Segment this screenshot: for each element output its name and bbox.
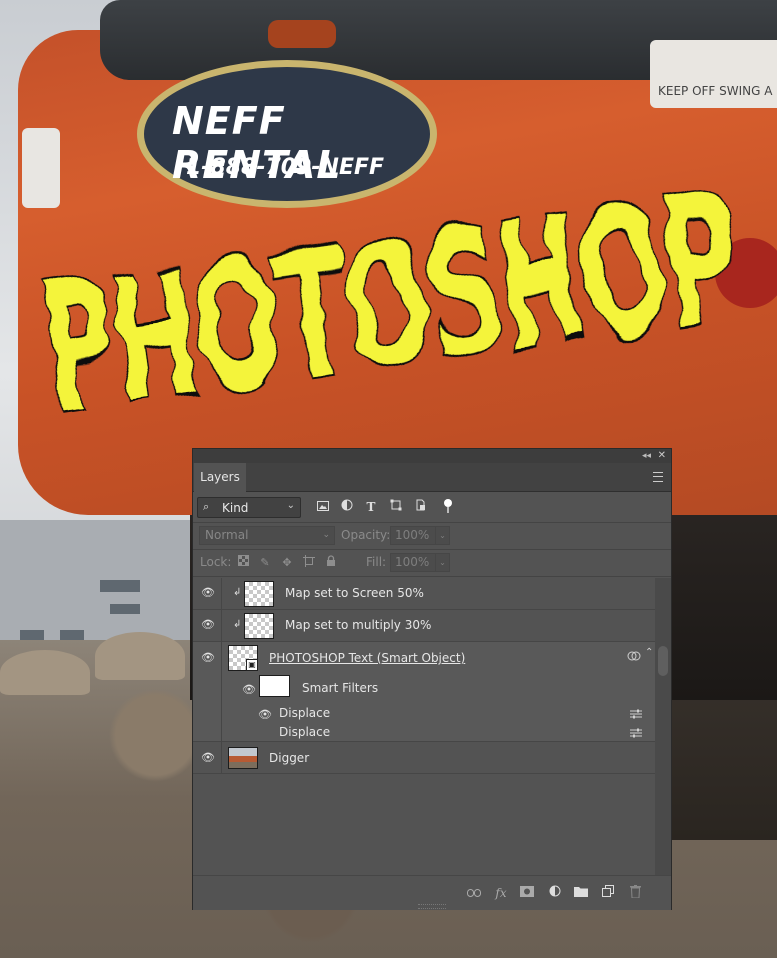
eye-icon[interactable]: 👁 [200, 619, 216, 631]
chevron-down-icon[interactable]: ⌄ [435, 554, 449, 571]
smart-filter-indicator-icon[interactable] [627, 650, 641, 665]
clipping-arrow-icon: ↲ [233, 587, 242, 598]
collapse-panel-icon[interactable]: ◂◂ [642, 449, 651, 463]
layer-row-smart-object[interactable]: 👁 ▣ PHOTOSHOP Text (Smart Object) ⌃ 👁 Sm… [193, 642, 655, 742]
link-layers-icon[interactable] [466, 885, 482, 901]
overlay-text: PHOTOSHOP [29, 156, 750, 454]
warning-sticker: KEEP OFF SWING A [650, 40, 777, 108]
blend-mode-value: Normal [205, 528, 249, 542]
close-panel-icon[interactable]: ✕ [658, 449, 666, 463]
layers-panel: ◂◂ ✕ Layers ⌕ Kind ⌄ T Normal ⌄ Opacity:… [193, 449, 671, 910]
chevron-down-icon: ⌄ [322, 530, 330, 540]
delete-layer-icon[interactable] [627, 885, 643, 901]
eye-icon[interactable]: 👁 [257, 709, 273, 721]
panel-menu-icon[interactable] [653, 472, 663, 482]
filter-kind-select[interactable]: ⌕ Kind ⌄ [197, 497, 301, 518]
smart-filters-label[interactable]: Smart Filters [302, 681, 378, 695]
divider [193, 522, 671, 523]
visibility-cell[interactable]: 👁 [193, 742, 222, 773]
sticker-text: KEEP OFF SWING A [658, 84, 773, 98]
new-adjustment-icon[interactable] [547, 885, 563, 901]
fill-field[interactable]: 100% ⌄ [390, 553, 450, 572]
layer-list: 👁 ↲ Map set to Screen 50% 👁 ↲ Map set to… [193, 578, 655, 875]
search-icon: ⌕ [203, 500, 210, 513]
building [0, 520, 200, 650]
layer-name[interactable]: Map set to multiply 30% [285, 618, 431, 632]
lock-image-pixels-icon[interactable]: ✎ [257, 555, 273, 571]
eye-icon[interactable]: 👁 [241, 684, 257, 696]
smart-object-badge-icon: ▣ [246, 659, 258, 671]
opacity-field[interactable]: 100% ⌄ [390, 526, 450, 545]
layer-thumbnail[interactable] [244, 613, 274, 639]
image-filter-icon[interactable] [314, 498, 332, 516]
resize-grip[interactable] [418, 904, 446, 909]
type-filter-icon[interactable]: T [362, 498, 380, 516]
smart-filter-mask-thumbnail[interactable] [259, 675, 290, 697]
dirt-mound [95, 632, 185, 680]
opacity-value: 100% [395, 528, 430, 542]
clipping-arrow-icon: ↲ [233, 619, 242, 630]
new-group-icon[interactable] [573, 885, 589, 901]
visibility-cell[interactable]: 👁 [193, 610, 222, 641]
dirt-mound [0, 650, 90, 695]
eye-icon[interactable]: 👁 [200, 587, 216, 599]
filter-name[interactable]: Displace [279, 725, 330, 739]
photoshop-displaced-text: PHOTOSHOP [26, 154, 752, 457]
shape-filter-icon[interactable] [387, 498, 405, 516]
lock-position-icon[interactable]: ✥ [279, 555, 295, 571]
lock-label: Lock: [200, 555, 232, 569]
visibility-cell[interactable]: 👁 [193, 578, 222, 609]
fx-icon[interactable]: fx [493, 885, 509, 901]
add-mask-icon[interactable] [519, 885, 535, 901]
panel-tabbar: Layers [193, 463, 671, 492]
chevron-down-icon: ⌄ [286, 500, 295, 511]
layer-thumbnail[interactable] [228, 747, 258, 769]
layer-row[interactable]: 👁 ↲ Map set to Screen 50% [193, 578, 655, 610]
layer-name[interactable]: Map set to Screen 50% [285, 586, 424, 600]
fill-label: Fill: [366, 555, 387, 569]
filter-blending-options-icon[interactable] [630, 728, 644, 739]
visibility-cell[interactable]: 👁 [193, 642, 222, 741]
layer-name[interactable]: PHOTOSHOP Text (Smart Object) [269, 651, 465, 665]
collapse-effects-icon[interactable]: ⌃ [645, 647, 653, 658]
excavator-handle [268, 20, 336, 48]
layer-name[interactable]: Digger [269, 751, 309, 765]
panel-titlebar[interactable]: ◂◂ ✕ [193, 449, 671, 463]
filter-toggle-icon[interactable] [439, 498, 457, 516]
filter-kind-label: Kind [222, 501, 249, 515]
eye-icon[interactable]: 👁 [200, 752, 216, 764]
eye-icon[interactable]: 👁 [200, 652, 216, 664]
blend-mode-select[interactable]: Normal ⌄ [199, 526, 335, 545]
layer-list-scrollbar[interactable] [655, 578, 671, 875]
divider [193, 576, 671, 577]
lock-artboard-icon[interactable] [301, 555, 317, 571]
lock-transparent-pixels-icon[interactable] [235, 555, 251, 571]
fill-value: 100% [395, 555, 430, 569]
layer-row[interactable]: 👁 ↲ Map set to multiply 30% [193, 610, 655, 642]
adjustment-filter-icon[interactable] [338, 498, 356, 516]
lock-all-icon[interactable] [323, 555, 339, 571]
filter-name[interactable]: Displace [279, 706, 330, 720]
filter-blending-options-icon[interactable] [630, 709, 644, 720]
tab-layers[interactable]: Layers [194, 463, 246, 492]
layer-row[interactable]: 👁 Digger [193, 742, 655, 774]
layer-thumbnail[interactable] [244, 581, 274, 607]
new-layer-icon[interactable] [600, 885, 616, 901]
scrollbar-thumb[interactable] [658, 646, 668, 676]
smart-object-filter-icon[interactable] [411, 498, 429, 516]
chevron-down-icon[interactable]: ⌄ [435, 527, 449, 544]
divider [193, 549, 671, 550]
opacity-label: Opacity: [341, 528, 391, 542]
